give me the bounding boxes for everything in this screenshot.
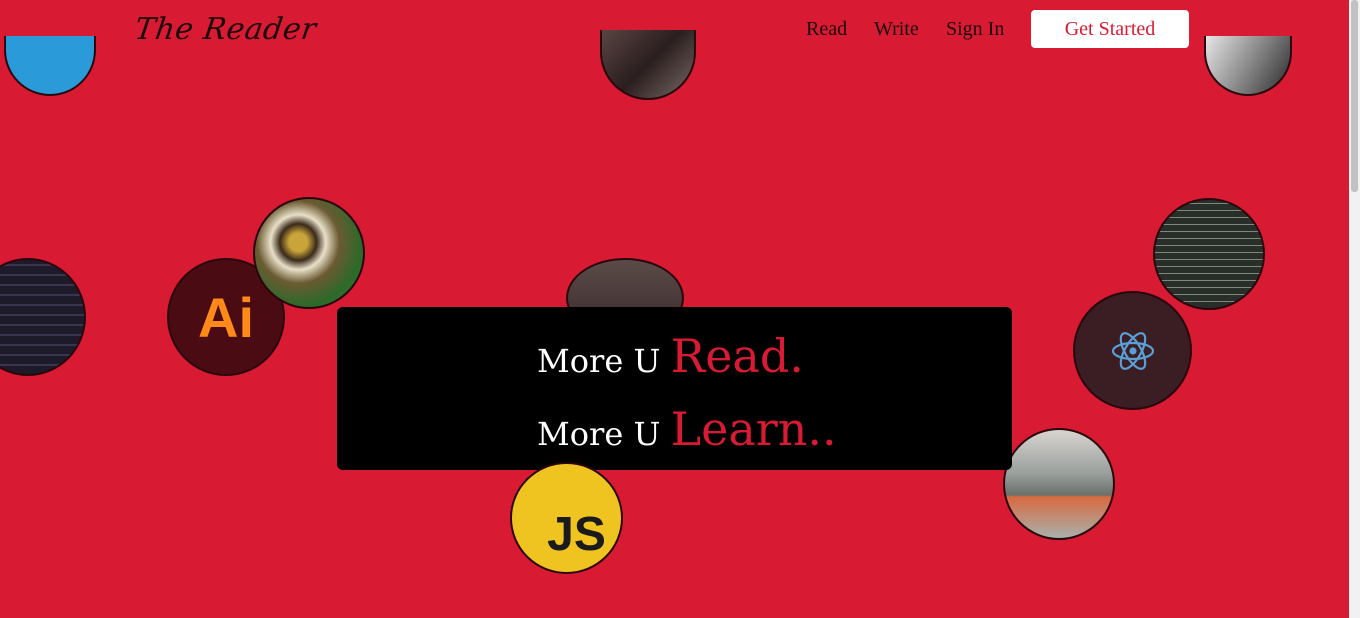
scrollbar-thumb[interactable] — [1351, 0, 1358, 192]
nav-link-read[interactable]: Read — [806, 18, 847, 41]
scrollbar[interactable] — [1349, 0, 1360, 618]
nav-link-write[interactable]: Write — [874, 18, 919, 41]
bubble-image-top-right — [1204, 36, 1292, 96]
site-logo[interactable]: The Reader — [133, 12, 319, 47]
hero-line1-prefix: More U — [537, 342, 671, 380]
js-logo-text: JS — [547, 508, 606, 561]
bubble-image-football — [253, 197, 365, 309]
bubble-image-code-right — [1153, 198, 1265, 310]
hero-line2-prefix: More U — [537, 415, 671, 453]
hero-line1-accent: Read. — [670, 329, 804, 383]
bubble-image-code-left — [0, 258, 86, 376]
hero-line-learn: More U Learn.. — [537, 402, 837, 456]
bubble-image-top-center — [600, 30, 696, 100]
ai-logo-text: Ai — [198, 285, 254, 349]
javascript-icon: JS — [510, 462, 623, 574]
react-icon — [1073, 291, 1192, 410]
landing-page: The Reader Read Write Sign In Get Starte… — [0, 0, 1349, 618]
bubble-image-traveler — [1003, 428, 1115, 540]
hero-line2-accent: Learn.. — [670, 402, 837, 456]
nav-link-sign-in[interactable]: Sign In — [946, 18, 1004, 41]
get-started-button[interactable]: Get Started — [1031, 10, 1189, 48]
bubble-image-blue — [4, 36, 96, 96]
react-atom-icon — [1111, 331, 1154, 370]
hero-box: More U Read. More U Learn.. — [337, 307, 1012, 470]
hero-line-read: More U Read. — [537, 329, 804, 383]
